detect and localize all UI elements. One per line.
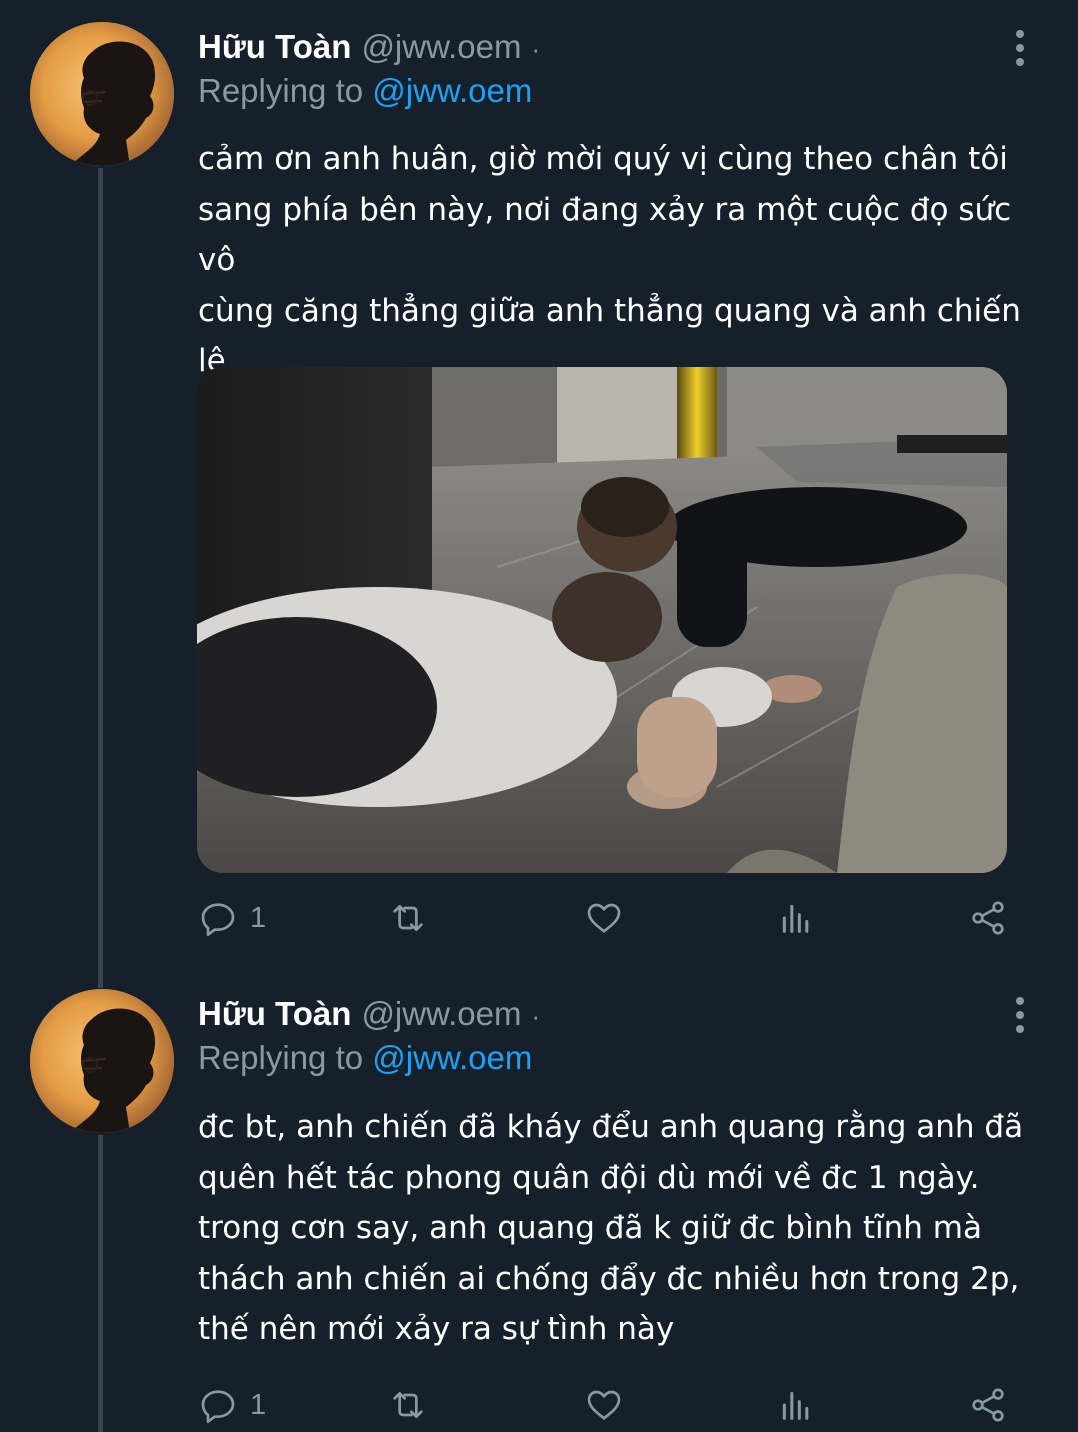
author-handle[interactable]: @jww.oem (361, 995, 521, 1033)
tweet-text: cảm ơn anh huân, giờ mời quý vị cùng the… (198, 141, 1021, 379)
more-vertical-icon[interactable] (1008, 30, 1032, 66)
more-vertical-icon[interactable] (1008, 997, 1032, 1033)
tweet-actions: 1 (198, 1379, 1028, 1431)
reply-button[interactable]: 1 (198, 892, 266, 944)
reply-icon (201, 1390, 235, 1423)
separator-dot: · (531, 34, 541, 64)
replying-to: Replying to @jww.oem (198, 1039, 532, 1077)
separator-dot: · (531, 1001, 541, 1031)
share-button[interactable] (968, 1379, 1008, 1431)
reply-count: 1 (250, 1388, 267, 1421)
timeline-feed: Hữu Toàn @jww.oem · Replying to @jww.oem… (0, 0, 1078, 1432)
reply-icon (201, 903, 235, 936)
heart-icon (587, 903, 621, 933)
tweet-actions: 1 (198, 892, 1028, 944)
author-name[interactable]: Hữu Toàn (198, 995, 351, 1033)
heart-icon (587, 1390, 621, 1420)
avatar[interactable] (30, 989, 174, 1133)
avatar[interactable] (30, 22, 174, 166)
author-handle[interactable]: @jww.oem (361, 28, 521, 66)
analytics-button[interactable] (776, 1379, 816, 1431)
retweet-button[interactable] (388, 1379, 440, 1431)
mention-link[interactable]: @jww.oem (372, 1039, 532, 1076)
like-button[interactable] (584, 1379, 636, 1431)
tweet[interactable]: Hữu Toàn @jww.oem · Replying to @jww.oem… (0, 967, 1078, 1432)
analytics-icon (782, 904, 809, 933)
share-button[interactable] (968, 892, 1008, 944)
tweet-header: Hữu Toàn @jww.oem · (198, 995, 540, 1039)
analytics-button[interactable] (776, 892, 816, 944)
tweet[interactable]: Hữu Toàn @jww.oem · Replying to @jww.oem… (0, 0, 1078, 990)
avatar-image (30, 22, 174, 166)
author-name[interactable]: Hữu Toàn (198, 28, 351, 66)
replying-prefix: Replying to (198, 72, 364, 109)
retweet-button[interactable] (388, 892, 440, 944)
photo-image (197, 367, 1007, 873)
mention-link[interactable]: @jww.oem (372, 72, 532, 109)
analytics-icon (782, 1391, 809, 1420)
replying-to: Replying to @jww.oem (198, 72, 532, 110)
retweet-icon (393, 905, 423, 931)
reply-count: 1 (250, 901, 267, 934)
tweet-text: đc bt, anh chiến đã kháy đểu anh quang r… (198, 1109, 1024, 1347)
share-icon (972, 1388, 1004, 1422)
retweet-icon (393, 1392, 423, 1418)
tweet-photo[interactable] (197, 367, 1007, 873)
avatar-image (30, 989, 174, 1133)
reply-button[interactable]: 1 (198, 1379, 266, 1431)
tweet-header: Hữu Toàn @jww.oem · (198, 28, 540, 72)
replying-prefix: Replying to (198, 1039, 364, 1076)
share-icon (972, 901, 1004, 935)
like-button[interactable] (584, 892, 636, 944)
